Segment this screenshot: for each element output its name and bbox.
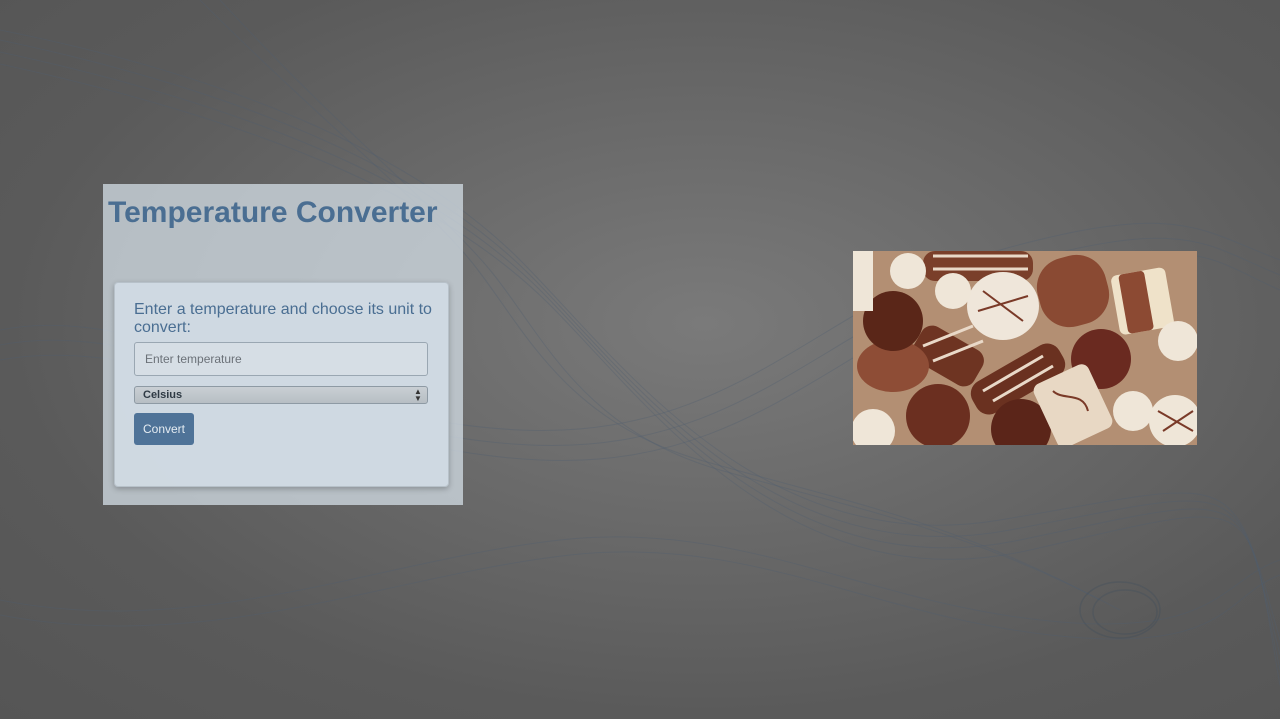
chocolates-illustration bbox=[853, 251, 1197, 445]
unit-select-value: Celsius bbox=[143, 389, 183, 401]
chocolates-image bbox=[853, 251, 1197, 445]
convert-button[interactable]: Convert bbox=[134, 413, 194, 445]
unit-select[interactable]: Celsius ▲ ▼ bbox=[134, 386, 428, 404]
page-title: Temperature Converter bbox=[108, 196, 438, 229]
instruction-text: Enter a temperature and choose its unit … bbox=[134, 301, 432, 336]
temperature-input[interactable] bbox=[134, 342, 428, 376]
updown-arrows-icon: ▲ ▼ bbox=[414, 387, 422, 403]
converter-card: Enter a temperature and choose its unit … bbox=[114, 282, 449, 487]
converter-panel: Temperature Converter Enter a temperatur… bbox=[103, 184, 463, 505]
